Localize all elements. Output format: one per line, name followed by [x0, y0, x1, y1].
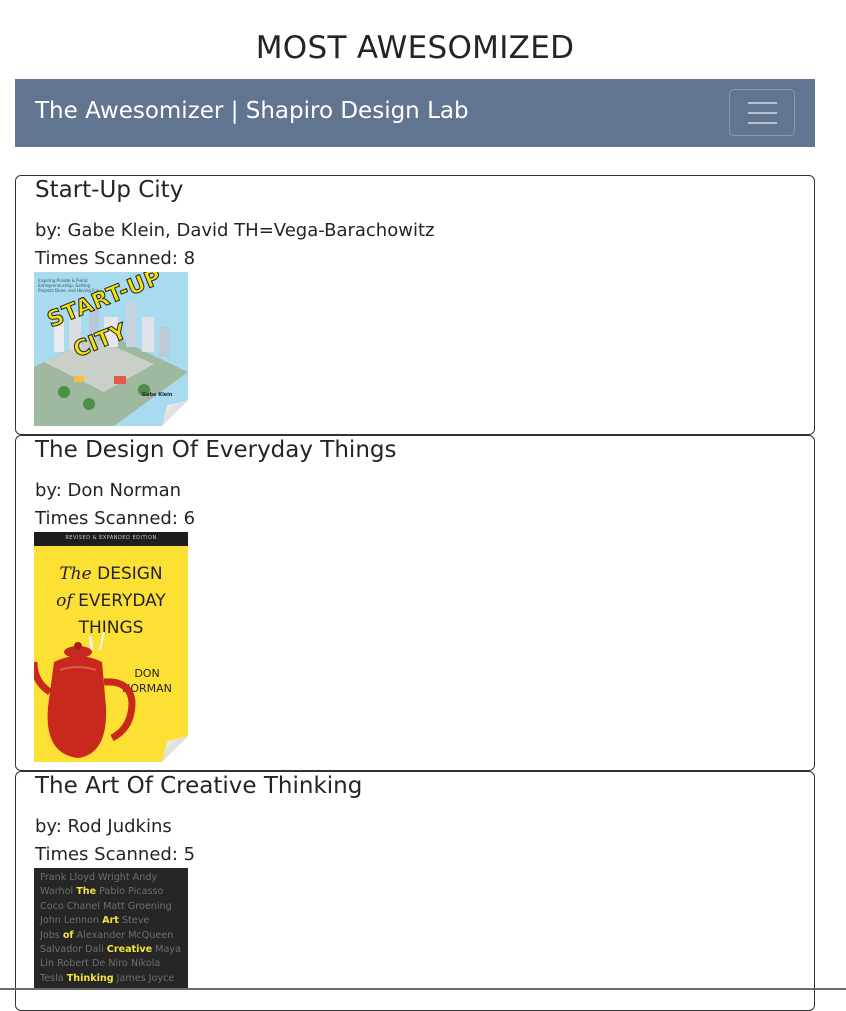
book-authors: by: Rod Judkins — [35, 816, 172, 837]
book-card[interactable]: The Art Of Creative Thinking by: Rod Jud… — [15, 771, 815, 1011]
cover-name-text: Maya — [152, 944, 181, 956]
cover-text-line: Tesla Thinking James Joyce — [40, 972, 188, 986]
cover-text-line: Lin Robert De Niro Nikola — [40, 957, 188, 971]
page-title: MOST AWESOMIZED — [255, 30, 575, 66]
book-title: The Design Of Everyday Things — [35, 437, 397, 463]
book-authors: by: Gabe Klein, David TH=Vega-Barachowit… — [35, 220, 435, 241]
book-card[interactable]: The Design Of Everyday Things by: Don No… — [15, 435, 815, 771]
times-scanned: Times Scanned: 5 — [35, 844, 196, 865]
cover-text-line: Warhol The Pablo Picasso — [40, 885, 188, 899]
cover-name-text: Lin Robert De Niro Nikola — [40, 958, 161, 970]
cover-text-line: Frank Lloyd Wright Andy — [40, 871, 188, 885]
cover-name-text: Frank Lloyd Wright Andy — [40, 872, 158, 883]
teapot-illustration — [34, 631, 136, 758]
cover-text-line: John Lennon Art Steve — [40, 914, 188, 928]
cover-name-text: Tesla — [40, 972, 67, 984]
cover-title-word: Creative — [106, 944, 153, 956]
cover-title-word: Art — [102, 915, 119, 927]
cover-name-text: Coco Chanel Matt Groening — [40, 900, 172, 912]
times-scanned: Times Scanned: 6 — [35, 508, 196, 529]
book-title: Start-Up City — [35, 177, 184, 203]
cover-name-text: Warhol — [40, 886, 77, 898]
book-card[interactable]: Start-Up City by: Gabe Klein, David TH=V… — [15, 175, 815, 435]
navbar-toggle-button[interactable] — [729, 89, 795, 136]
book-cover-image: Inspiring Private & Public Entrepreneurs… — [34, 272, 188, 426]
cover-name-text: Alexander McQueen — [73, 929, 174, 941]
cover-name-text: Steve — [118, 915, 150, 927]
navbar: The Awesomizer | Shapiro Design Lab — [15, 79, 815, 147]
cover-text-line: Jobs of Alexander McQueen — [40, 929, 188, 943]
times-scanned: Times Scanned: 8 — [35, 248, 196, 269]
cover-name-text: Pablo Picasso — [96, 886, 164, 898]
cover-name-text: John Lennon — [40, 915, 103, 927]
navbar-brand-link[interactable]: The Awesomizer | Shapiro Design Lab — [35, 98, 469, 124]
book-cover-image: Frank Lloyd Wright Andy Warhol The Pablo … — [34, 868, 188, 990]
cover-name-text: Jobs — [40, 929, 63, 941]
cover-title-word: of — [62, 929, 74, 941]
cover-name-text: James Joyce — [113, 972, 175, 984]
cover-text-line: Coco Chanel Matt Groening — [40, 900, 188, 914]
cover-title-word: Thinking — [66, 972, 114, 984]
cover-text-line: Salvador Dali Creative Maya — [40, 943, 188, 957]
cover-name-text: Salvador Dali — [40, 944, 107, 956]
book-authors: by: Don Norman — [35, 480, 182, 501]
book-title: The Art Of Creative Thinking — [35, 773, 363, 799]
book-cover-image: REVISED & EXPANDED EDITION The DESIGN of… — [34, 532, 188, 762]
cover-title-word: The — [76, 886, 97, 898]
cover-author: Gabe Klein — [142, 392, 173, 398]
